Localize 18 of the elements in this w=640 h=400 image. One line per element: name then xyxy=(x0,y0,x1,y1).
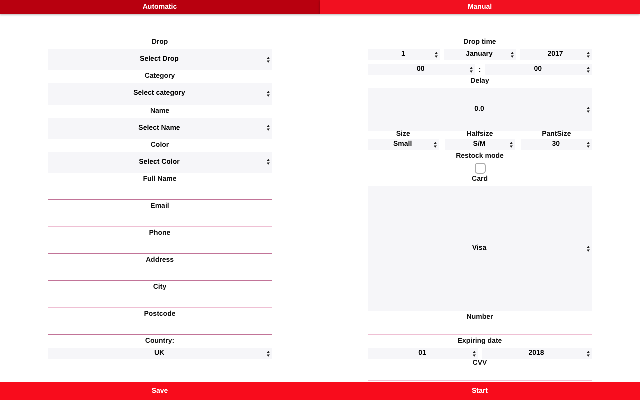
sort-arrows-icon xyxy=(587,66,590,72)
sort-arrows-icon xyxy=(267,350,270,356)
checkbox[interactable] xyxy=(474,163,486,174)
sort-arrows-icon xyxy=(470,66,473,72)
sort-arrows-icon xyxy=(473,350,476,356)
sort-arrows-icon xyxy=(267,125,270,132)
sort-arrows-icon xyxy=(587,142,590,148)
sort-arrows-icon xyxy=(511,52,514,58)
sort-arrows-icon xyxy=(587,52,590,58)
sort-arrows-icon xyxy=(587,106,590,112)
sort-arrows-icon xyxy=(587,246,590,252)
sort-arrows-icon xyxy=(435,52,438,58)
sort-arrows-icon xyxy=(267,159,270,166)
sort-arrows-icon xyxy=(267,90,270,97)
sort-arrows-icon xyxy=(267,56,270,63)
sort-arrows-icon xyxy=(587,350,590,356)
sort-arrows-icon xyxy=(510,142,514,148)
sort-arrows-icon xyxy=(434,142,437,148)
